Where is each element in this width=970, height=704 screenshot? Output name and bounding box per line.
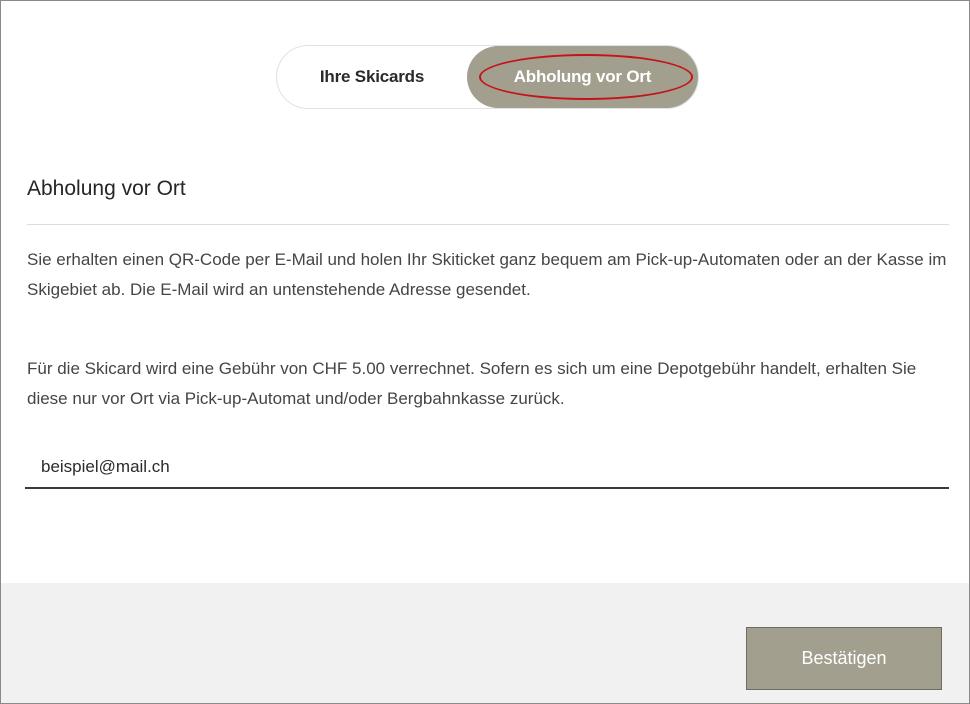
toggle-option-skicards[interactable]: Ihre Skicards [277, 46, 467, 108]
divider [27, 224, 949, 225]
confirm-button[interactable]: Bestätigen [746, 627, 942, 690]
email-field[interactable] [25, 447, 949, 489]
section-title: Abholung vor Ort [27, 177, 186, 200]
toggle-option-pickup[interactable]: Abholung vor Ort [467, 46, 698, 108]
pickup-panel: Ihre Skicards Abholung vor Ort Abholung … [0, 0, 970, 704]
info-text-pickup: Sie erhalten einen QR-Code per E-Mail un… [27, 250, 947, 299]
info-text-fee: Für die Skicard wird eine Gebühr von CHF… [27, 359, 917, 408]
delivery-toggle: Ihre Skicards Abholung vor Ort [276, 45, 699, 109]
footer-bar: Bestätigen [1, 583, 969, 703]
